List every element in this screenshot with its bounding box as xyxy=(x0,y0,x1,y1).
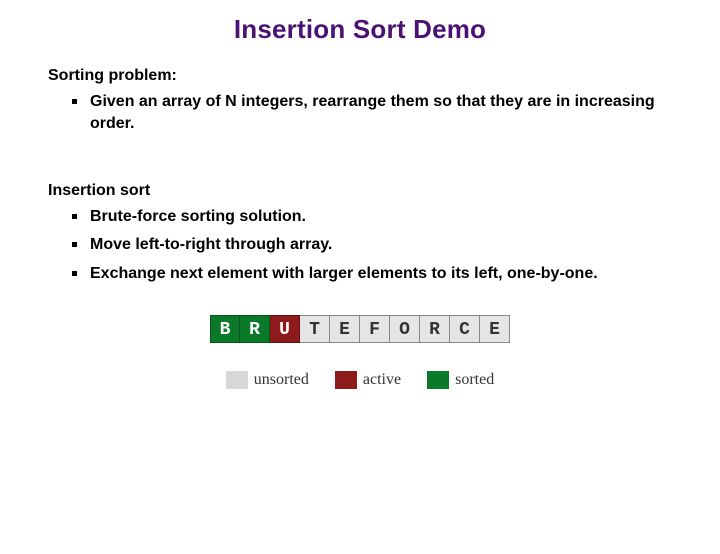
array-cell: B xyxy=(210,315,240,343)
array-cell: U xyxy=(270,315,300,343)
array-visualization: BRUTEFORCE xyxy=(0,315,720,343)
array-cell: E xyxy=(480,315,510,343)
array-cell: O xyxy=(390,315,420,343)
method-bullets: Brute-force sorting solution. Move left-… xyxy=(68,206,672,285)
array-cell: C xyxy=(450,315,480,343)
method-bullet: Exchange next element with larger elemen… xyxy=(68,263,672,285)
array-cell: R xyxy=(420,315,450,343)
legend-label: active xyxy=(363,371,401,389)
method-bullet: Brute-force sorting solution. xyxy=(68,206,672,228)
swatch-active xyxy=(335,371,357,389)
legend-item-active: active xyxy=(335,371,401,389)
array-cell: R xyxy=(240,315,270,343)
swatch-sorted xyxy=(427,371,449,389)
legend: unsorted active sorted xyxy=(0,371,720,389)
problem-heading: Sorting problem: xyxy=(48,67,720,85)
legend-label: sorted xyxy=(455,371,494,389)
method-bullet: Move left-to-right through array. xyxy=(68,234,672,256)
array-cell: E xyxy=(330,315,360,343)
method-heading: Insertion sort xyxy=(48,182,720,200)
legend-item-sorted: sorted xyxy=(427,371,494,389)
swatch-unsorted xyxy=(226,371,248,389)
page-title: Insertion Sort Demo xyxy=(0,14,720,45)
problem-bullet: Given an array of N integers, rearrange … xyxy=(68,91,672,136)
array-cell: F xyxy=(360,315,390,343)
array-cell: T xyxy=(300,315,330,343)
problem-bullets: Given an array of N integers, rearrange … xyxy=(68,91,672,136)
legend-label: unsorted xyxy=(254,371,309,389)
legend-item-unsorted: unsorted xyxy=(226,371,309,389)
